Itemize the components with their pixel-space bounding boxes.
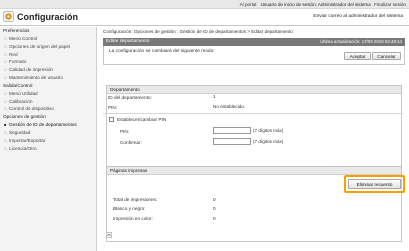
set-pin-checkbox[interactable] <box>109 117 114 122</box>
sidebar-item-format[interactable]: □ Formato <box>0 58 96 66</box>
logout-link[interactable]: Finalizar sesión <box>374 2 406 7</box>
bullet-icon: □ <box>4 129 7 135</box>
sidebar-item-import-export[interactable]: □ Importar/Exportar <box>0 137 96 145</box>
sidebar-item-label: Menú Control <box>9 36 38 41</box>
sidebar-item-label: Gestión de ID de departamentos <box>9 122 77 128</box>
pin-hint: (7 dígitos máx) <box>253 128 284 133</box>
black-white-label: Blanco y negro: <box>113 206 146 211</box>
sidebar-item-security[interactable]: □ Seguridad <box>0 129 96 137</box>
total-prints-label: Total de impresiones: <box>113 197 158 202</box>
sidebar-item-control-menu[interactable]: □ Menú Control <box>0 35 96 43</box>
sidebar-item-print-quality[interactable]: □ Calidad de impresión <box>0 66 96 74</box>
page-title: Configuración <box>17 12 78 22</box>
sidebar-item-network[interactable]: □ Red <box>0 51 96 59</box>
confirm-area: La configuración se cambiará del siguien… <box>103 46 405 65</box>
settings-logo-icon <box>3 11 14 22</box>
sidebar-item-label: Mantenimiento de usuario <box>9 74 63 80</box>
pin-field-label: PIN: <box>120 129 130 134</box>
bullet-icon: □ <box>4 145 7 151</box>
bullet-icon: □ <box>4 51 7 57</box>
sidebar-item-label: Licencia/Otro <box>9 145 37 151</box>
black-white-value: 0 <box>213 206 216 211</box>
main-content: Configuración: Opciones de gestión : Ges… <box>103 27 406 175</box>
top-bar-links: Al portal Usuario de inicio de sesión: A… <box>240 1 406 8</box>
bullet-icon: □ <box>4 90 7 96</box>
sidebar-section-title: Salida/Control <box>3 82 33 88</box>
user-info: Usuario de inicio de sesión: Administrad… <box>260 2 371 7</box>
department-id-value: 1 <box>213 94 216 99</box>
department-header: Departamento <box>107 86 401 94</box>
bullet-icon: □ <box>4 36 7 41</box>
sidebar-item-label: Opciones de origen del papel <box>9 43 70 49</box>
sidebar-section-title: Preferencias <box>3 28 30 33</box>
printed-pages-header: Páginas impresas <box>107 167 401 175</box>
sidebar-item-label: Formato <box>9 59 27 65</box>
bullet-icon: □ <box>4 74 7 80</box>
breadcrumb: Configuración: Opciones de gestión : Ges… <box>103 29 293 34</box>
panel-title: Editar departamento <box>106 39 150 44</box>
bullet-icon: □ <box>4 59 7 65</box>
sidebar-item-paper-source[interactable]: □ Opciones de origen del papel <box>0 43 96 51</box>
color-prints-label: Impresión en color: <box>113 216 153 221</box>
confirm-pin-hint: (7 dígitos máx) <box>253 139 284 144</box>
sidebar: Preferencias □ Menú Control □ Opciones de … <box>0 27 97 251</box>
send-mail-button[interactable]: Enviar correo al administrador del siste… <box>313 12 403 21</box>
confirm-pin-label: Confirmar: <box>120 140 142 145</box>
clear-count-button[interactable]: Eliminar recuento <box>348 179 401 189</box>
confirm-message: La configuración se cambiará del siguien… <box>109 49 215 54</box>
pin-status-value: No establecido. <box>213 104 246 109</box>
bullet-icon: □ <box>4 106 7 112</box>
total-prints-value: 0 <box>213 197 216 202</box>
ok-button[interactable]: Aceptar <box>344 52 371 60</box>
sidebar-item-label: Calidad de impresión <box>9 67 54 73</box>
pin-input[interactable] <box>213 127 251 134</box>
bullet-icon: □ <box>4 137 7 143</box>
confirm-pin-input[interactable] <box>213 138 251 145</box>
cancel-button[interactable]: Cancelar <box>372 52 401 60</box>
last-update-timestamp: Última actualización: 17/09 2019 02:48:1… <box>320 39 402 44</box>
divider <box>103 113 403 114</box>
set-pin-label: Establecer/cambiar PIN <box>117 117 167 122</box>
scroll-top-icon[interactable] <box>106 232 112 238</box>
sidebar-section-title: Opciones de gestión <box>3 114 46 120</box>
color-prints-value: 0 <box>213 216 216 221</box>
panel-title-bar: Editar departamento Última actualización… <box>103 38 405 46</box>
sidebar-item-calibration[interactable]: □ Calibración <box>0 98 96 106</box>
sidebar-item-label: Control de dispositivo <box>9 106 54 112</box>
sidebar-item-label: Red <box>9 51 18 57</box>
portal-link[interactable]: Al portal <box>240 2 257 7</box>
sidebar-item-user-maintenance[interactable]: □ Mantenimiento de usuario <box>0 74 96 82</box>
sidebar-item-label: Importar/Exportar <box>9 137 46 143</box>
bullet-icon: □ <box>4 98 7 104</box>
bullet-icon: □ <box>4 43 7 49</box>
sidebar-item-label: Seguridad <box>9 129 31 135</box>
sidebar-item-department-id[interactable]: ■ Gestión de ID de departamentos <box>0 121 96 129</box>
sidebar-item-label: Calibración <box>9 98 33 104</box>
sidebar-item-utility-menu[interactable]: □ Menú Utilidad <box>0 90 96 98</box>
bullet-icon: ■ <box>4 122 7 128</box>
app-header: Configuración Enviar correo al administr… <box>0 9 409 26</box>
top-bar: Al portal Usuario de inicio de sesión: A… <box>0 0 409 9</box>
sidebar-item-license[interactable]: □ Licencia/Otro <box>0 145 96 153</box>
pin-label: PIN: <box>108 105 118 110</box>
sidebar-item-label: Menú Utilidad <box>9 90 38 96</box>
sidebar-item-device-control[interactable]: □ Control de dispositivo <box>0 105 96 113</box>
bullet-icon: □ <box>4 67 7 73</box>
department-id-label: ID del departamento: <box>108 95 152 100</box>
